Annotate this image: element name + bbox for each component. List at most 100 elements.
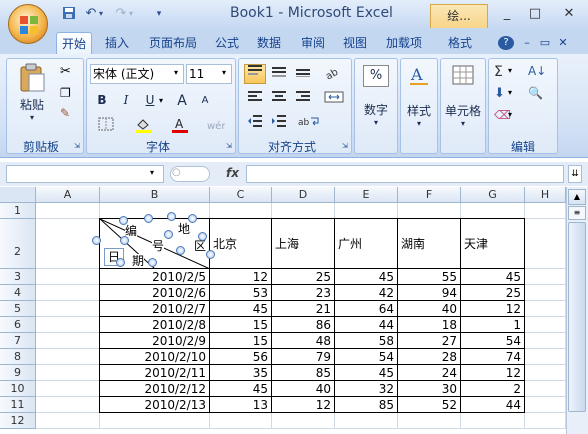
phonetic-button[interactable]: wén (200, 116, 230, 137)
value-cell[interactable]: 28 (398, 349, 461, 365)
textbox-handle[interactable] (206, 250, 215, 259)
office-button[interactable] (8, 4, 48, 44)
bold-button[interactable]: B (92, 92, 112, 108)
ribbon-restore-icon[interactable]: ▭ (538, 32, 552, 54)
textbox-handle[interactable] (176, 246, 185, 255)
cell[interactable] (36, 285, 100, 301)
date-cell[interactable]: 2010/2/8 (100, 317, 210, 333)
font-name-select[interactable]: 宋体 (正文) (90, 64, 184, 84)
clipboard-launcher-icon[interactable]: ⇲ (74, 142, 80, 150)
cell[interactable] (36, 413, 100, 429)
cell[interactable] (525, 285, 566, 301)
col-header-e[interactable]: E (335, 187, 398, 203)
date-cell[interactable]: 2010/2/7 (100, 301, 210, 317)
cell[interactable] (36, 317, 100, 333)
name-box-dropdown-icon[interactable]: ▾ (150, 168, 154, 177)
tab-view[interactable]: 视图 (338, 32, 372, 54)
value-cell[interactable]: 44 (461, 397, 525, 413)
orientation-button[interactable]: ab (320, 64, 348, 84)
tab-format[interactable]: 格式 (440, 32, 480, 54)
align-right-button[interactable] (292, 90, 314, 108)
value-cell[interactable]: 45 (461, 269, 525, 285)
format-painter-icon[interactable]: ✎ (60, 106, 70, 120)
value-cell[interactable]: 86 (272, 317, 335, 333)
fill-color-button[interactable] (130, 116, 158, 137)
align-left-button[interactable] (244, 90, 266, 108)
cell[interactable] (525, 203, 566, 219)
col-header-c[interactable]: C (210, 187, 272, 203)
city-header[interactable]: 湖南 (398, 219, 461, 269)
cell[interactable] (335, 203, 398, 219)
value-cell[interactable]: 1 (461, 317, 525, 333)
grow-font-button[interactable]: A (172, 92, 192, 110)
value-cell[interactable]: 40 (272, 381, 335, 397)
value-cell[interactable]: 74 (461, 349, 525, 365)
alignment-launcher-icon[interactable]: ⇲ (342, 142, 348, 150)
textbox-handle[interactable] (148, 258, 157, 267)
formula-input[interactable] (246, 165, 564, 183)
borders-button[interactable] (92, 116, 120, 135)
value-cell[interactable]: 24 (398, 365, 461, 381)
font-size-dropdown-icon[interactable]: ▾ (222, 68, 226, 77)
cell[interactable] (398, 203, 461, 219)
textbox-handle[interactable] (119, 216, 128, 225)
scroll-up-icon[interactable]: ▲ (568, 189, 586, 205)
value-cell[interactable]: 45 (335, 365, 398, 381)
cell[interactable] (36, 219, 100, 269)
value-cell[interactable]: 85 (272, 365, 335, 381)
minimize-button[interactable]: _ (494, 3, 520, 25)
value-cell[interactable]: 25 (461, 285, 525, 301)
cell[interactable] (36, 203, 100, 219)
date-cell[interactable]: 2010/2/10 (100, 349, 210, 365)
value-cell[interactable]: 12 (461, 365, 525, 381)
close-button[interactable]: ✕ (554, 3, 584, 25)
row-header[interactable]: 5 (0, 301, 36, 317)
value-cell[interactable]: 15 (210, 317, 272, 333)
date-cell[interactable]: 2010/2/5 (100, 269, 210, 285)
value-cell[interactable]: 55 (398, 269, 461, 285)
value-cell[interactable]: 64 (335, 301, 398, 317)
city-header[interactable]: 上海 (272, 219, 335, 269)
textbox-handle[interactable] (144, 214, 153, 223)
value-cell[interactable]: 35 (210, 365, 272, 381)
value-cell[interactable]: 42 (335, 285, 398, 301)
value-cell[interactable]: 48 (272, 333, 335, 349)
cell[interactable] (36, 269, 100, 285)
value-cell[interactable]: 45 (210, 301, 272, 317)
decrease-indent-button[interactable] (244, 114, 266, 132)
textbox-handle[interactable] (92, 236, 101, 245)
expand-formula-bar-icon[interactable]: ⇊ (568, 165, 582, 183)
textbox-handle[interactable] (116, 258, 125, 267)
city-header[interactable]: 北京 (210, 219, 272, 269)
autosum-dropdown-icon[interactable]: ▾ (508, 66, 512, 75)
underline-dropdown-icon[interactable]: ▾ (159, 96, 163, 105)
cell[interactable] (461, 413, 525, 429)
select-all-corner[interactable] (0, 187, 36, 203)
copy-icon[interactable]: ❐ (60, 86, 71, 100)
date-cell[interactable]: 2010/2/6 (100, 285, 210, 301)
clear-dropdown-icon[interactable]: ▾ (508, 110, 512, 119)
number-button[interactable]: % 数字 ▾ (358, 62, 394, 138)
align-center-button[interactable] (268, 90, 290, 108)
tab-formulas[interactable]: 公式 (210, 32, 244, 54)
fill-dropdown-icon[interactable]: ▾ (508, 88, 512, 97)
italic-button[interactable]: I (116, 92, 136, 108)
date-cell[interactable]: 2010/2/9 (100, 333, 210, 349)
redo-dropdown-icon[interactable]: ▾ (126, 6, 136, 22)
align-middle-button[interactable] (268, 64, 290, 84)
row-header[interactable]: 6 (0, 317, 36, 333)
value-cell[interactable]: 44 (335, 317, 398, 333)
date-cell[interactable]: 2010/2/11 (100, 365, 210, 381)
value-cell[interactable]: 79 (272, 349, 335, 365)
value-cell[interactable]: 45 (210, 381, 272, 397)
font-launcher-icon[interactable]: ⇲ (226, 142, 232, 150)
value-cell[interactable]: 52 (398, 397, 461, 413)
align-bottom-button[interactable] (292, 64, 314, 84)
cell[interactable] (525, 349, 566, 365)
cell[interactable] (525, 333, 566, 349)
scroll-split-icon[interactable]: ≡ (568, 206, 586, 220)
autosum-icon[interactable]: Σ (494, 64, 503, 80)
textbox-handle[interactable] (167, 212, 176, 221)
find-select-icon[interactable]: 🔍 (528, 86, 543, 100)
insert-function-icon[interactable]: fx (226, 166, 239, 180)
